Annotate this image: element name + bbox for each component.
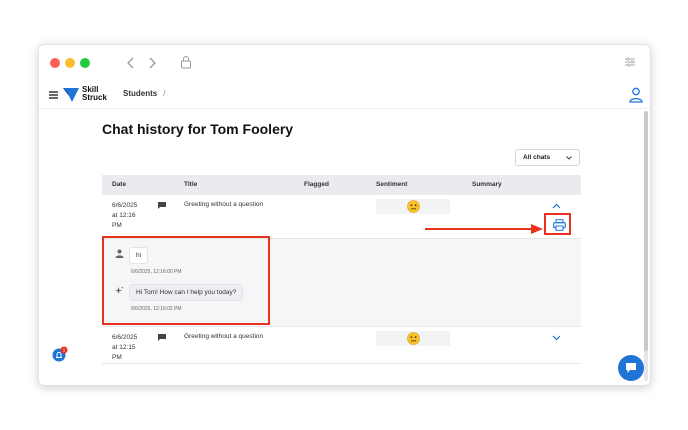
chat-bubble-icon [158,334,166,341]
logo-line-2: Struck [82,93,107,102]
breadcrumb: Students / [123,89,165,98]
table-row[interactable]: 6/6/2025 at 12:15 PM Greeting without a … [102,327,581,364]
filter-selected-value: All chats [523,154,551,161]
neutral-face-emoji-icon [407,332,420,345]
lock-icon [181,56,191,69]
chevron-down-icon [566,156,572,160]
page-scrollbar[interactable] [644,111,648,381]
support-chat-button[interactable] [618,355,644,381]
row-title: Greeting without a question [184,201,264,208]
print-button-highlight-box [544,213,571,235]
page-title: Chat history for Tom Foolery [102,121,294,137]
back-arrow-icon[interactable] [124,55,138,71]
neutral-face-emoji-icon [407,200,420,213]
sentiment-cell [376,331,450,346]
row-date-period: PM [112,222,122,229]
row-date-period: PM [112,354,122,361]
column-header-date: Date [112,181,127,188]
row-title: Greeting without a question [184,333,264,340]
column-header-sentiment: Sentiment [376,181,408,188]
transcript-highlight-box [102,236,270,325]
sentiment-cell [376,199,450,214]
collapse-chevron-up-icon[interactable] [552,203,561,209]
maximize-window-button[interactable] [80,58,90,68]
row-date-day: 6/6/2025 [112,334,138,341]
row-date-time: at 12:15 [112,344,136,351]
notification-bell-icon[interactable]: 1 [52,346,68,362]
expand-chevron-down-icon[interactable] [552,335,561,341]
breadcrumb-students-link[interactable]: Students [123,89,157,98]
close-window-button[interactable] [50,58,60,68]
row-date-day: 6/6/2025 [112,202,138,209]
browser-window: Skill Struck Students / Chat history for T… [38,44,651,386]
breadcrumb-separator: / [163,89,166,98]
forward-arrow-icon[interactable] [145,55,159,71]
chat-bubble-icon [158,202,166,209]
column-header-summary: Summary [472,181,502,188]
chat-filter-dropdown[interactable]: All chats [515,149,580,166]
column-header-title: Title [184,181,198,188]
minimize-window-button[interactable] [65,58,75,68]
app-header: Skill Struck Students / [39,81,650,109]
table-header: Date Title Flagged Sentiment Summary [102,175,581,195]
skill-struck-logo[interactable]: Skill Struck [63,86,111,104]
row-date: 6/6/2025 at 12:15 PM [112,333,152,363]
logo-text: Skill Struck [82,86,107,102]
row-date: 6/6/2025 at 12:16 PM [112,201,152,231]
chat-support-icon [626,363,636,373]
sliders-icon[interactable] [624,56,636,68]
column-header-flagged: Flagged [304,181,329,188]
arrow-right-icon [425,224,543,234]
scrollbar-thumb[interactable] [644,111,648,351]
logo-mark-icon [63,88,79,102]
user-profile-icon[interactable] [629,87,643,103]
hamburger-menu-icon[interactable] [49,91,58,99]
window-chrome [39,45,650,81]
row-date-time: at 12:16 [112,212,136,219]
